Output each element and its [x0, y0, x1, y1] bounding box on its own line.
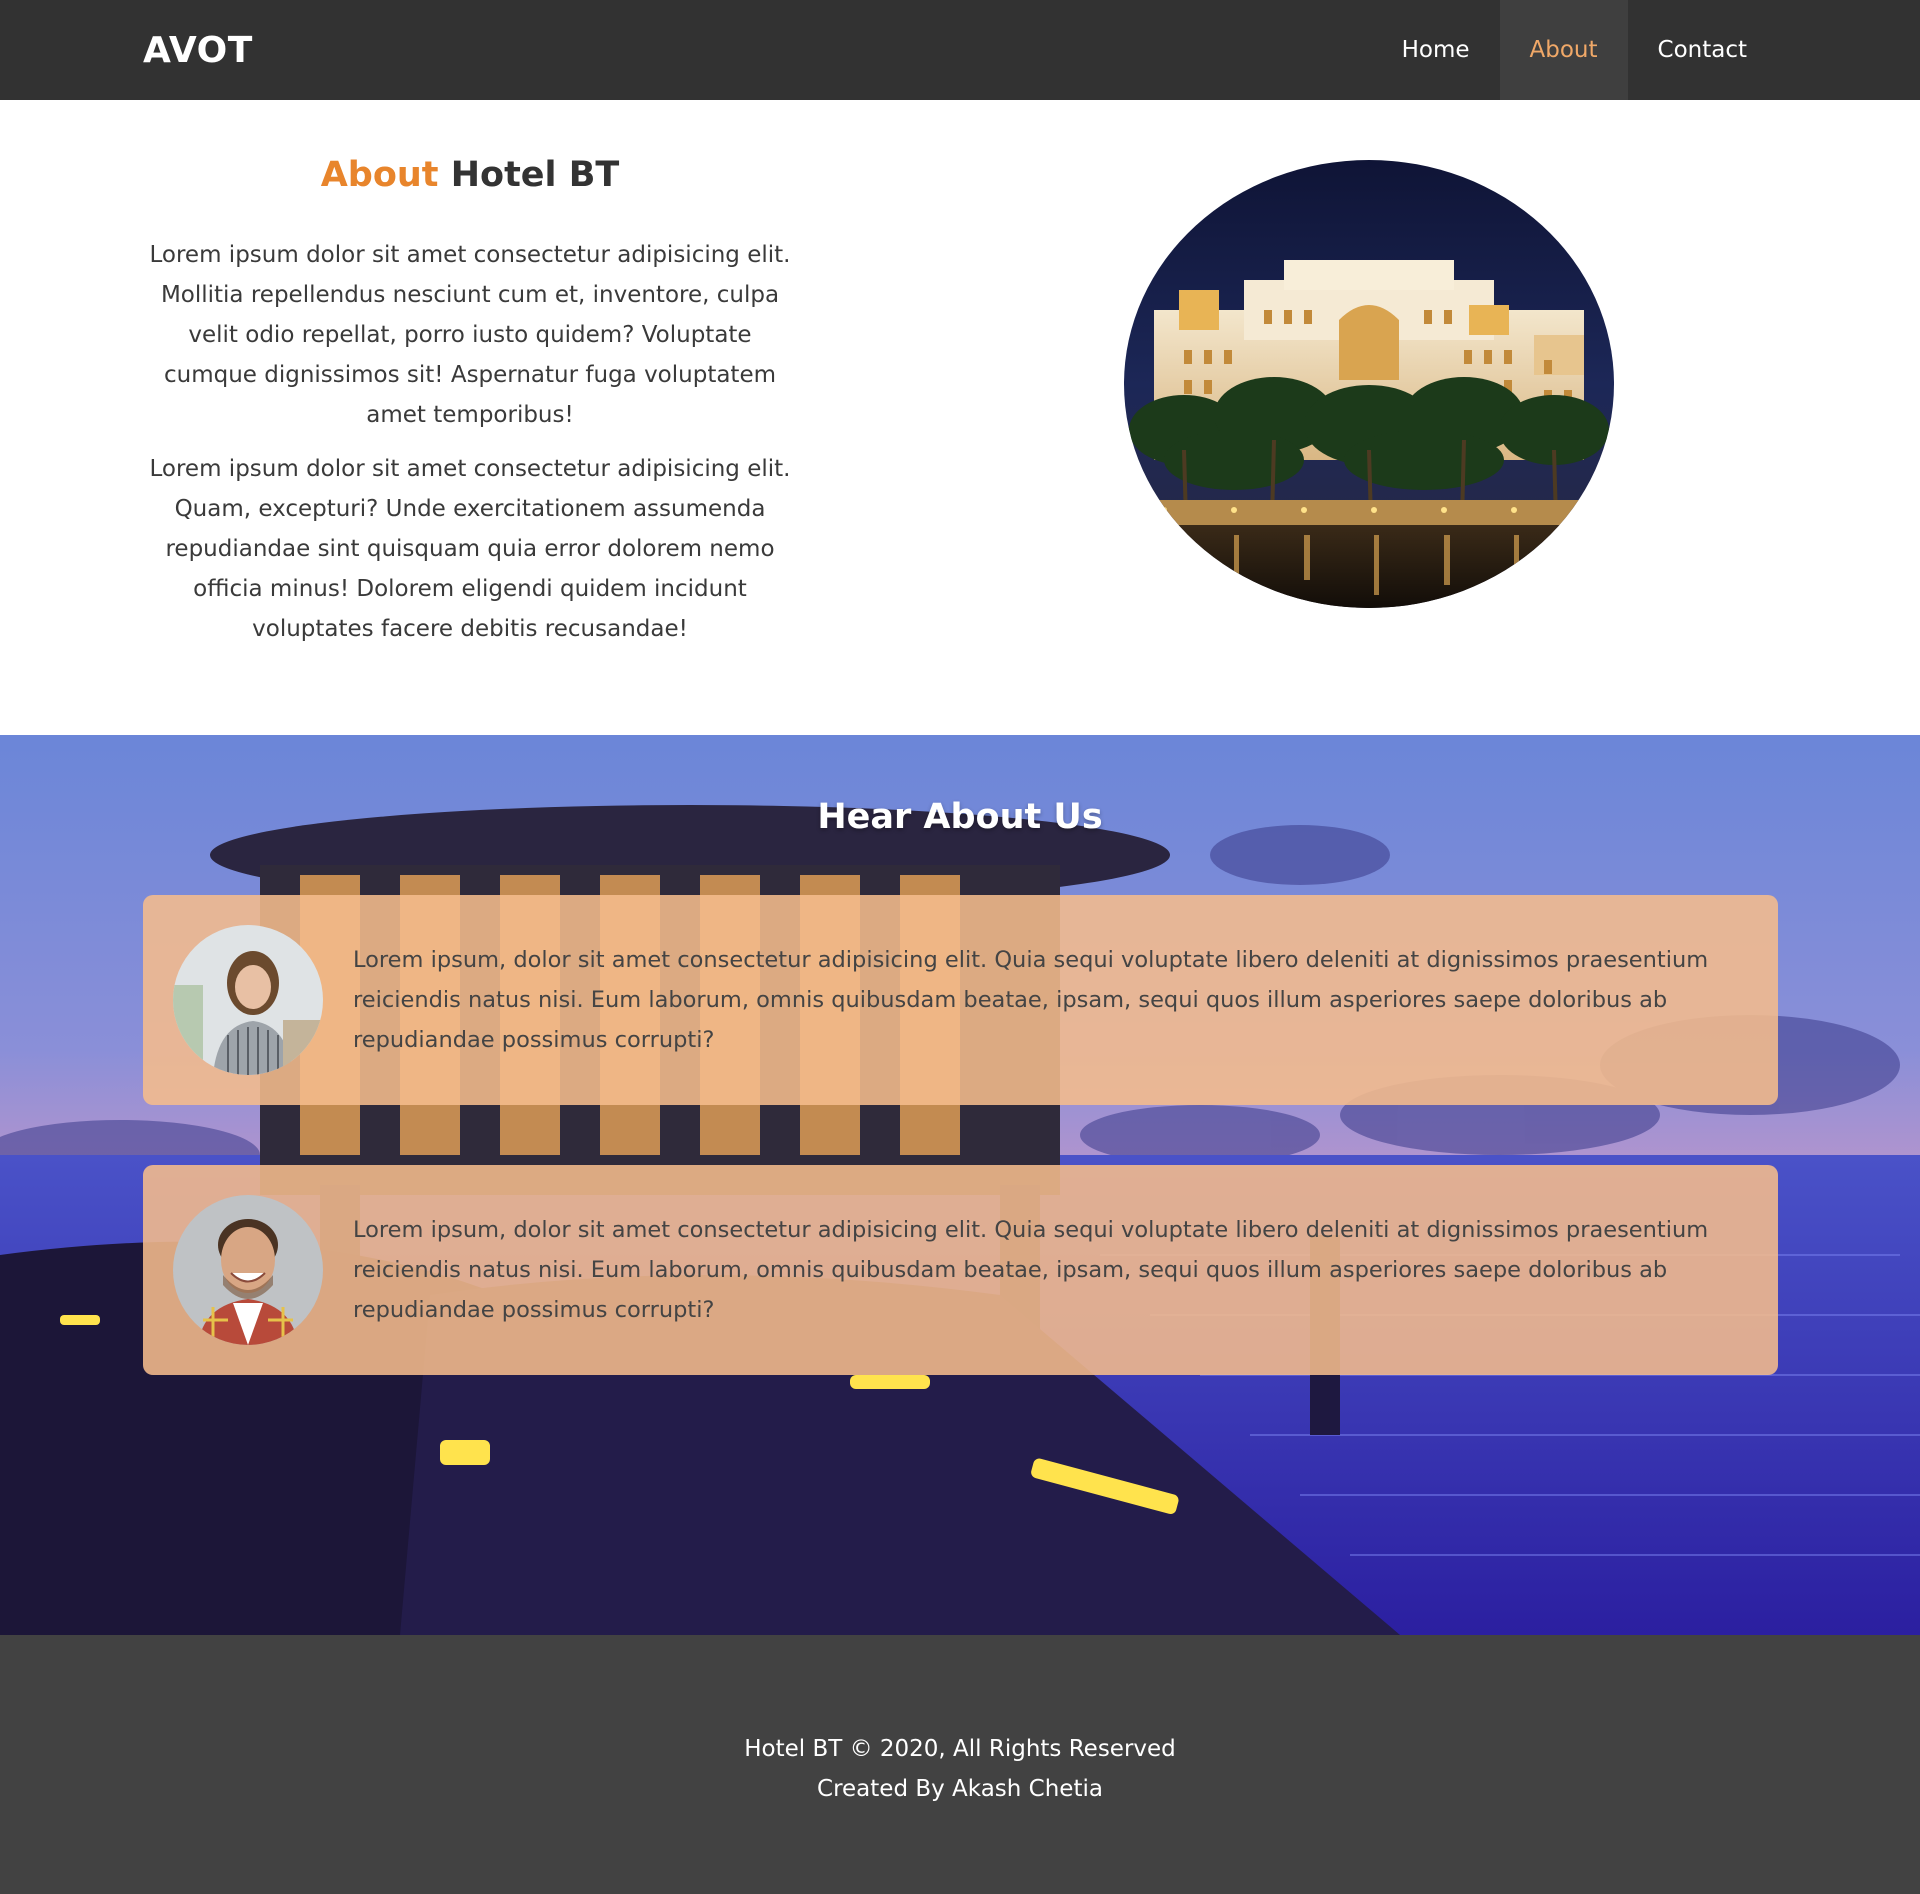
avatar	[173, 1195, 323, 1345]
about-title-rest: Hotel BT	[450, 155, 620, 195]
testimonials-section: Hear About Us Lorem ipsum, dolor sit ame…	[0, 735, 1920, 1635]
avatar	[173, 925, 323, 1075]
hotel-photo	[1124, 160, 1614, 608]
about-text-block: About Hotel BT Lorem ipsum dolor sit ame…	[140, 155, 800, 663]
testimonial-text: Lorem ipsum, dolor sit amet consectetur …	[353, 947, 1709, 1053]
about-paragraph-1: Lorem ipsum dolor sit amet consectetur a…	[149, 242, 791, 428]
about-title-accent: About	[320, 155, 439, 195]
navbar: AVOT Home About Contact	[0, 0, 1920, 100]
footer-copyright: Hotel BT © 2020, All Rights Reserved	[744, 1736, 1176, 1762]
footer: Hotel BT © 2020, All Rights Reserved Cre…	[0, 1635, 1920, 1894]
brand-logo[interactable]: AVOT	[143, 30, 253, 71]
woman-avatar-image	[173, 925, 323, 1075]
hotel-illustration	[1124, 160, 1614, 608]
testimonials-title: Hear About Us	[817, 797, 1103, 837]
about-section: About Hotel BT Lorem ipsum dolor sit ame…	[0, 100, 1920, 735]
testimonial-card: Lorem ipsum, dolor sit amet consectetur …	[143, 895, 1778, 1105]
about-paragraph-2: Lorem ipsum dolor sit amet consectetur a…	[149, 456, 791, 642]
nav-links: Home About Contact	[1372, 0, 1777, 100]
nav-link-home[interactable]: Home	[1372, 0, 1500, 100]
nav-link-contact[interactable]: Contact	[1628, 0, 1777, 100]
nav-link-about[interactable]: About	[1499, 0, 1628, 100]
testimonial-text: Lorem ipsum, dolor sit amet consectetur …	[353, 1217, 1709, 1323]
about-title: About Hotel BT	[140, 155, 800, 195]
man-avatar-image	[173, 1195, 323, 1345]
testimonial-card: Lorem ipsum, dolor sit amet consectetur …	[143, 1165, 1778, 1375]
footer-credit: Created By Akash Chetia	[817, 1776, 1103, 1802]
